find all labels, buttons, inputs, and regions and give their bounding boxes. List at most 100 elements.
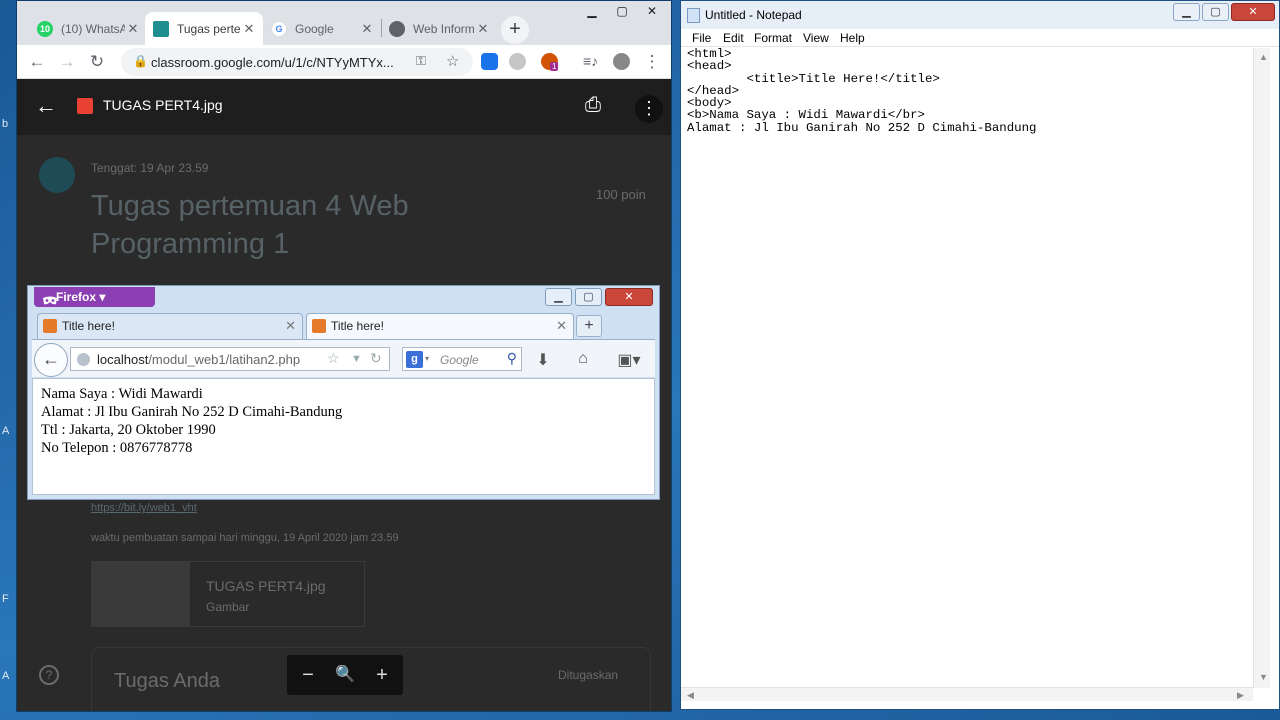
attachment-name: TUGAS PERT4.jpg (206, 578, 326, 594)
url-host: localhost (97, 352, 149, 367)
firefox-close-button[interactable]: ✕ (605, 288, 653, 306)
minimize-button[interactable]: ▁ (577, 1, 607, 21)
lock-icon: 🔒 (133, 54, 148, 68)
address-bar[interactable]: 🔒 classroom.google.com/u/1/c/NTYyMTYx...… (121, 48, 473, 76)
page-favicon-icon (312, 319, 326, 333)
content-line: Ttl : Jakarta, 20 Oktober 1990 (41, 422, 216, 438)
reload-icon[interactable]: ↻ (370, 350, 382, 367)
zoom-reset-icon[interactable]: 🔍 (330, 663, 360, 687)
assignment-description: waktu pembuatan sampai hari minggu, 19 A… (91, 532, 399, 544)
firefox-back-button[interactable]: ← (34, 343, 68, 377)
firefox-menu-button[interactable]: Firefox ▾ (34, 287, 155, 307)
notepad-menubar: File Edit Format View Help (681, 29, 1279, 47)
firefox-screenshot-image: Firefox ▾ ▁ ▢ ✕ Title here! ✕ Title here… (27, 285, 660, 500)
history-dropdown-icon[interactable]: ▼ (351, 353, 362, 365)
bookmark-star-icon[interactable]: ☆ (327, 350, 340, 367)
key-icon[interactable]: ⚿ (416, 53, 426, 69)
bookmarks-menu-icon[interactable]: ▣▾ (612, 350, 646, 370)
close-tab-icon[interactable]: ✕ (241, 21, 257, 37)
desktop-icon-label[interactable]: A (2, 670, 9, 682)
assignment-link[interactable]: https://bit.ly/web1_vht (91, 502, 197, 514)
menu-help[interactable]: Help (840, 31, 865, 45)
firefox-tab[interactable]: Title here! ✕ (37, 313, 303, 339)
chrome-menu-icon[interactable]: ⋮ (641, 51, 663, 73)
maximize-button[interactable]: ▢ (607, 1, 637, 21)
bookmark-star-icon[interactable]: ☆ (446, 52, 459, 70)
firefox-maximize-button[interactable]: ▢ (575, 288, 602, 306)
attachment-type: Gambar (206, 600, 250, 614)
attachment-thumbnail (92, 562, 190, 626)
new-tab-button[interactable]: + (501, 16, 529, 44)
firefox-new-tab-button[interactable]: + (576, 315, 602, 337)
assignment-icon (39, 157, 75, 193)
zoom-controls: − 🔍 + (287, 655, 403, 695)
zoom-out-button[interactable]: − (293, 663, 323, 687)
menu-file[interactable]: File (692, 31, 711, 45)
viewer-file-title: TUGAS PERT4.jpg (103, 97, 223, 113)
scroll-left-icon[interactable]: ◀ (687, 690, 694, 701)
download-icon[interactable]: ⬇ (532, 350, 554, 370)
close-tab-icon[interactable]: ✕ (125, 21, 141, 37)
attachment-card[interactable]: TUGAS PERT4.jpg Gambar (91, 561, 365, 627)
home-icon[interactable]: ⌂ (572, 350, 594, 370)
back-button[interactable]: ← (26, 51, 48, 73)
vertical-scrollbar[interactable]: ▲ ▼ (1253, 48, 1270, 688)
firefox-tab-active[interactable]: Title here! ✕ (306, 313, 574, 339)
menu-edit[interactable]: Edit (723, 31, 744, 45)
browser-tab-web[interactable]: Web Inform ✕ (381, 12, 497, 45)
firefox-label: Firefox (56, 290, 97, 304)
extension-icon[interactable] (509, 53, 526, 70)
firefox-mask-icon (42, 292, 58, 305)
scroll-right-icon[interactable]: ▶ (1237, 690, 1244, 701)
globe-icon (77, 353, 90, 366)
chrome-tabstrip: 10 (10) WhatsA ✕ Tugas perte ✕ G Google … (17, 1, 671, 45)
notepad-minimize-button[interactable]: ▁ (1173, 3, 1200, 21)
browser-tab-classroom[interactable]: Tugas perte ✕ (145, 12, 263, 45)
zoom-in-button[interactable]: + (367, 663, 397, 687)
close-tab-icon[interactable]: ✕ (475, 21, 491, 37)
firefox-search-bar[interactable]: g ▾ Google ⚲ (402, 347, 522, 371)
more-options-icon[interactable]: ⋮ (635, 95, 663, 123)
globe-icon (389, 20, 405, 37)
extension-icon[interactable]: 1 (541, 53, 559, 71)
extension-icon[interactable] (481, 53, 498, 70)
help-icon[interactable]: ? (39, 665, 59, 685)
tab-label: Google (295, 21, 334, 36)
scroll-up-icon[interactable]: ▲ (1259, 52, 1268, 62)
search-icon[interactable]: ⚲ (507, 350, 517, 367)
google-search-engine-icon[interactable]: g (406, 351, 423, 368)
horizontal-scrollbar[interactable]: ◀ ▶ (681, 687, 1253, 701)
google-icon: G (271, 20, 287, 37)
close-tab-icon[interactable]: ✕ (359, 21, 375, 37)
notepad-maximize-button[interactable]: ▢ (1202, 3, 1229, 21)
firefox-page-content: Nama Saya : Widi Mawardi Alamat : Jl Ibu… (32, 378, 655, 495)
reload-button[interactable]: ↻ (86, 51, 108, 73)
menu-format[interactable]: Format (754, 31, 792, 45)
print-icon[interactable]: ⎙ (585, 94, 601, 117)
media-control-icon[interactable]: ≡♪ (583, 53, 600, 70)
notepad-icon (687, 8, 700, 23)
back-arrow-icon[interactable]: ← (35, 93, 57, 119)
menu-view[interactable]: View (803, 31, 829, 45)
firefox-minimize-button[interactable]: ▁ (545, 288, 572, 306)
firefox-nav-bar: ← localhost/modul_web1/latihan2.php ☆ ▼ … (32, 339, 655, 377)
scroll-down-icon[interactable]: ▼ (1259, 672, 1268, 682)
forward-button[interactable]: → (56, 51, 78, 73)
notepad-close-button[interactable]: ✕ (1231, 3, 1275, 21)
browser-tab-google[interactable]: G Google ✕ (263, 12, 381, 45)
close-tab-icon[interactable]: ✕ (285, 314, 296, 338)
desktop-icon-label[interactable]: b (2, 118, 8, 130)
assignment-title: Tugas pertemuan 4 Web Programming 1 (91, 190, 409, 260)
firefox-address-bar[interactable]: localhost/modul_web1/latihan2.php ☆ ▼ ↻ (70, 347, 390, 371)
close-tab-icon[interactable]: ✕ (556, 314, 567, 338)
desktop-icon-label[interactable]: F (2, 593, 9, 605)
notepad-title: Untitled - Notepad (705, 8, 802, 22)
engine-dropdown-icon[interactable]: ▾ (425, 354, 429, 363)
content-line: No Telepon : 0876778778 (41, 440, 193, 456)
desktop-icon-label[interactable]: A (2, 425, 9, 437)
profile-avatar[interactable] (613, 53, 630, 70)
close-window-button[interactable]: ✕ (637, 1, 667, 21)
tab-label: Tugas perte (177, 21, 241, 36)
browser-tab-whatsapp[interactable]: 10 (10) WhatsA ✕ (29, 12, 147, 45)
notepad-text-area[interactable]: <html> <head> <title>Title Here!</title>… (687, 48, 1253, 685)
